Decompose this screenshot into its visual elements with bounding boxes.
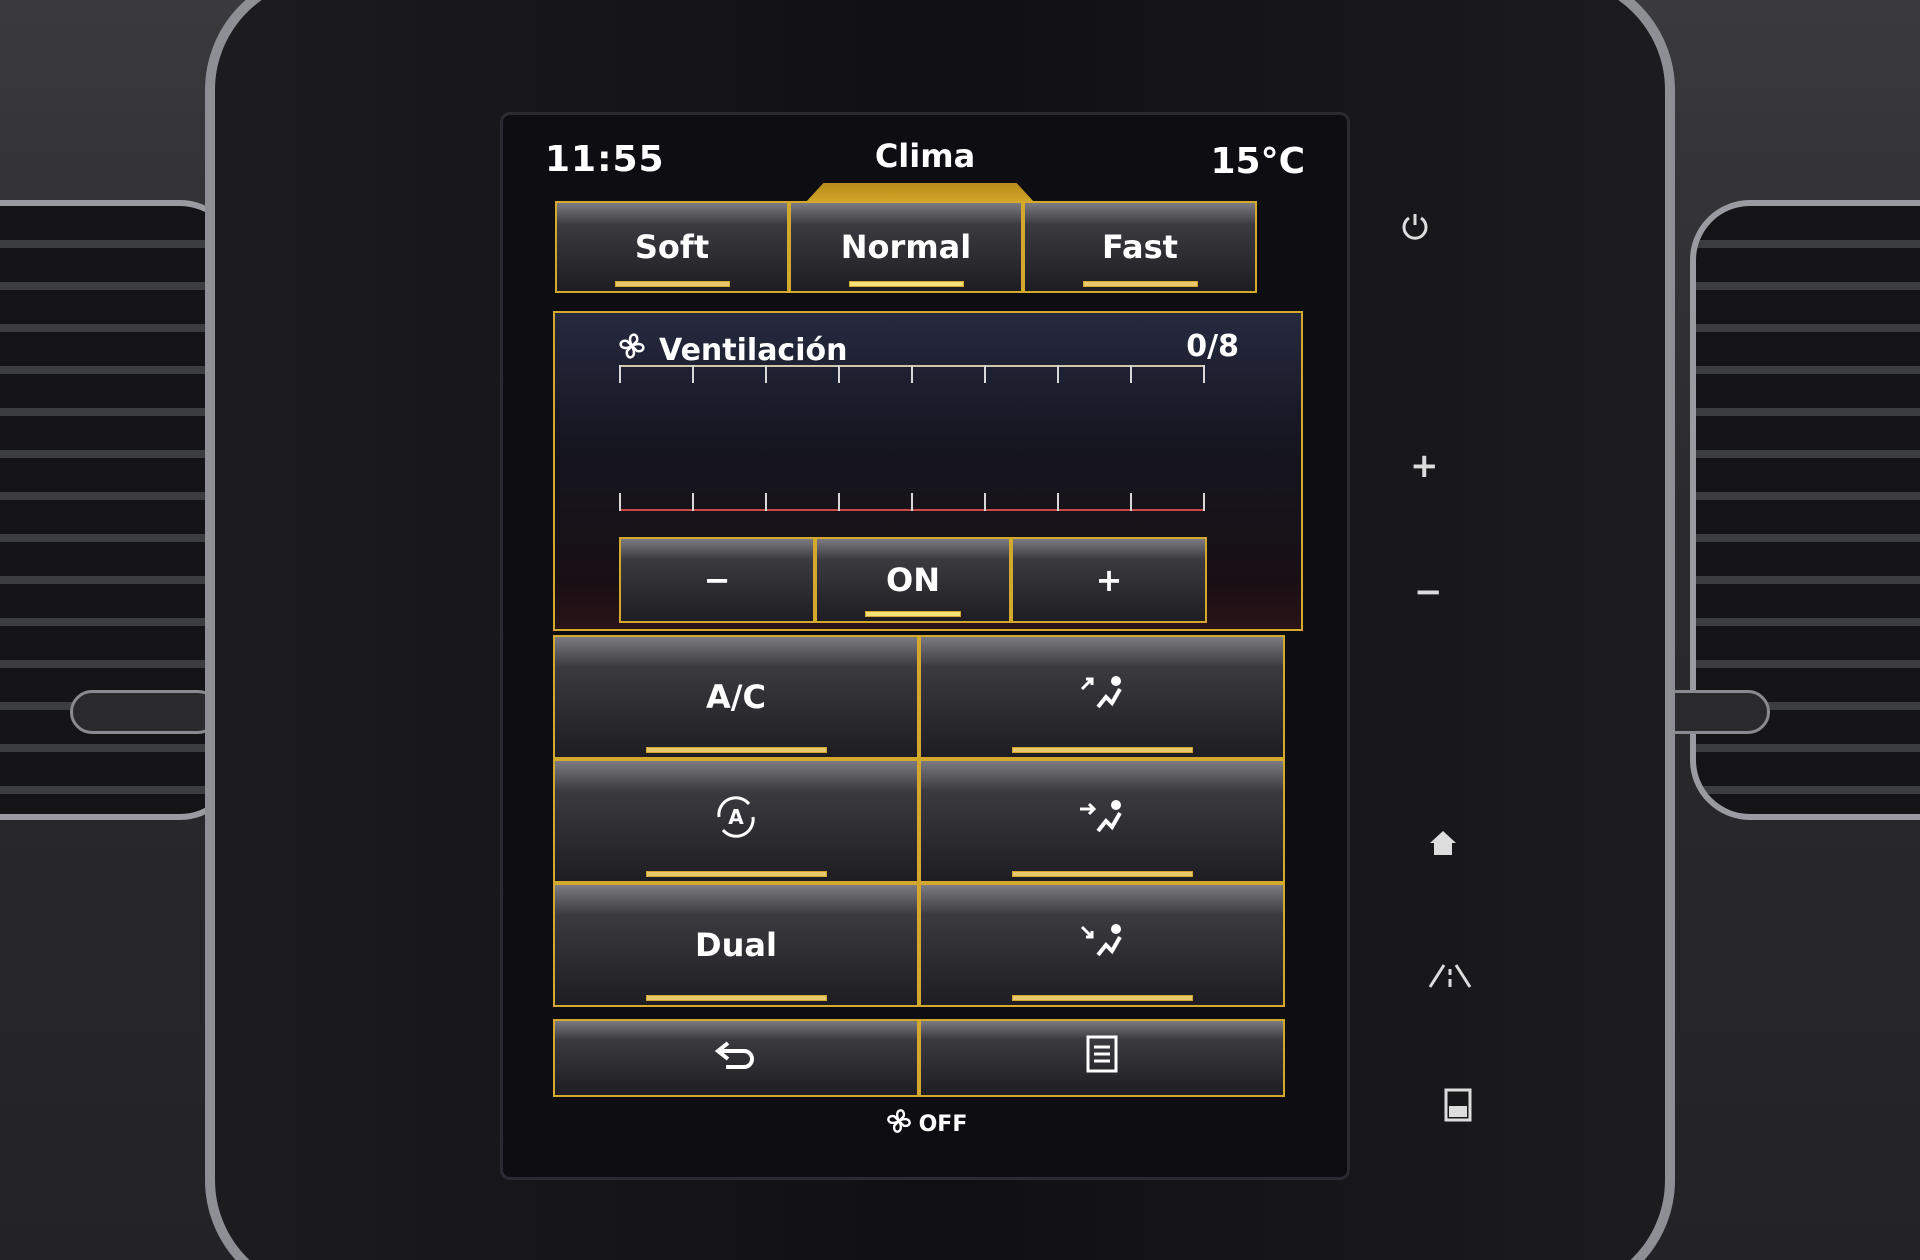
airflow-face-button[interactable]	[919, 759, 1285, 883]
mode-label: Fast	[1102, 228, 1178, 266]
on-indicator-bar	[865, 611, 961, 617]
scale-tick	[911, 365, 913, 383]
scale-tick	[765, 493, 767, 511]
left-vent-knob	[70, 690, 220, 734]
fan-icon	[883, 1105, 915, 1143]
scale-tick	[765, 365, 767, 383]
fan-scale-top	[619, 365, 1205, 389]
fan-off-label: OFF	[918, 1111, 968, 1137]
scale-tick	[838, 365, 840, 383]
airflow-down-button[interactable]	[919, 883, 1285, 1007]
mode-indicator-bar	[614, 281, 730, 287]
airflow-face-icon	[1076, 797, 1128, 845]
scale-tick	[1203, 365, 1205, 383]
on-label: ON	[886, 561, 940, 599]
scale-tick	[911, 493, 913, 511]
mode-indicator-bar	[1082, 281, 1198, 287]
menu-icon	[1085, 1034, 1119, 1082]
back-button[interactable]	[553, 1019, 919, 1097]
minus-label: −	[703, 561, 731, 599]
svg-text:A: A	[728, 805, 744, 829]
plus-label: +	[1095, 561, 1123, 599]
menu-button[interactable]	[919, 1019, 1285, 1097]
airflow-up-icon	[1076, 673, 1128, 721]
scale-tick	[1057, 365, 1059, 383]
infotainment-screen: 11:55 Clima 15°C Soft Normal Fast Ventil…	[500, 112, 1350, 1180]
ac-button[interactable]: A/C	[553, 635, 919, 759]
recirculation-icon: A	[709, 790, 763, 852]
airflow-face-indicator-bar	[1011, 871, 1193, 877]
power-icon[interactable]	[1400, 210, 1430, 250]
recirculation-button[interactable]: A	[553, 759, 919, 883]
scale-tick	[1057, 493, 1059, 511]
dual-indicator-bar	[645, 995, 827, 1001]
volume-down-button[interactable]: −	[1414, 572, 1443, 612]
scale-tick	[984, 493, 986, 511]
fan-on-button[interactable]: ON	[815, 537, 1011, 623]
selected-mode-indicator	[805, 183, 1035, 203]
outside-temperature: 15°C	[1210, 141, 1305, 182]
scale-tick	[692, 493, 694, 511]
ac-indicator-bar	[645, 747, 827, 753]
scale-tick	[838, 493, 840, 511]
dual-button[interactable]: Dual	[553, 883, 919, 1007]
mode-indicator-bar	[848, 281, 964, 287]
scale-tick	[1130, 493, 1132, 511]
scale-tick	[1203, 493, 1205, 511]
dual-label: Dual	[695, 926, 777, 964]
scale-tick	[1130, 365, 1132, 383]
ventilation-panel: Ventilación 0/8 − ON +	[553, 311, 1303, 631]
home-icon[interactable]	[1428, 826, 1458, 866]
ventilation-label: Ventilación	[659, 332, 848, 368]
mode-label: Normal	[840, 228, 972, 266]
airflow-down-indicator-bar	[1011, 995, 1193, 1001]
ac-label: A/C	[706, 678, 766, 716]
airflow-down-icon	[1076, 921, 1128, 969]
fan-increase-button[interactable]: +	[1011, 537, 1207, 623]
volume-up-button[interactable]: +	[1410, 446, 1439, 486]
scale-tick	[692, 365, 694, 383]
airflow-up-button[interactable]	[919, 635, 1285, 759]
display-icon[interactable]	[1444, 1088, 1472, 1131]
scale-tick	[984, 365, 986, 383]
mode-fast-button[interactable]: Fast	[1023, 201, 1257, 293]
airflow-up-indicator-bar	[1011, 747, 1193, 753]
ventilation-level: 0/8	[1186, 329, 1239, 364]
mode-normal-button[interactable]: Normal	[789, 201, 1023, 293]
scale-tick	[619, 493, 621, 511]
fan-decrease-button[interactable]: −	[619, 537, 815, 623]
recirculation-indicator-bar	[645, 871, 827, 877]
scale-tick	[619, 365, 621, 383]
back-icon	[714, 1039, 758, 1077]
mode-label: Soft	[634, 228, 710, 266]
fan-off-button[interactable]: OFF	[503, 1105, 1347, 1143]
fan-scale-bottom	[619, 487, 1205, 511]
mode-soft-button[interactable]: Soft	[555, 201, 789, 293]
driving-assist-icon[interactable]	[1428, 958, 1472, 998]
